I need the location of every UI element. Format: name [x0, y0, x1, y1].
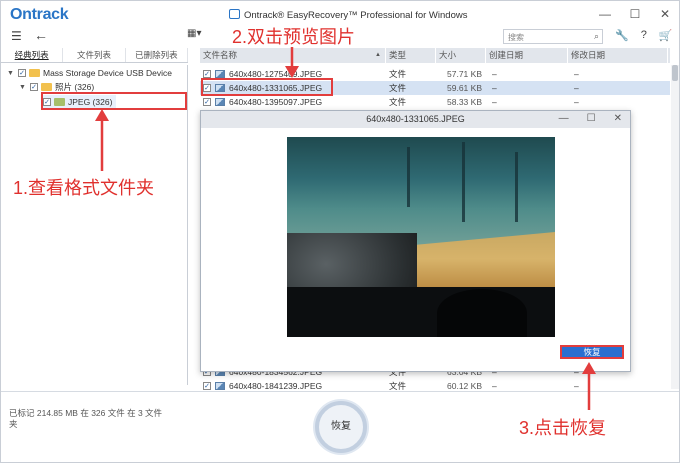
preview-restore-button[interactable]: 恢复: [560, 345, 624, 359]
maximize-button[interactable]: ☐: [629, 7, 641, 21]
left-view-tabs: 经典列表 文件列表 已删除列表: [1, 48, 188, 63]
annotation-box-selected-file: [201, 78, 333, 96]
app-icon: [229, 9, 240, 19]
image-preview-dialog: 640x480-1331065.JPEG — ☐ ✕ 恢复: [200, 110, 631, 372]
checkbox[interactable]: ✓: [203, 382, 211, 390]
file-created: –: [492, 83, 497, 93]
preview-close-button[interactable]: ✕: [614, 113, 622, 124]
annotation-arrow-step1: [95, 109, 109, 171]
file-size: 59.61 KB: [447, 83, 482, 93]
file-created: –: [492, 69, 497, 79]
tree-item-device[interactable]: ▼ ✓ Mass Storage Device USB Device: [7, 67, 172, 79]
window-title: Ontrack® EasyRecovery™ Professional for …: [229, 9, 467, 21]
preview-maximize-button[interactable]: ☐: [587, 113, 596, 124]
annotation-step1: 1.查看格式文件夹: [13, 178, 155, 198]
preview-title-bar: 640x480-1331065.JPEG — ☐ ✕: [201, 111, 630, 128]
file-modified: –: [574, 83, 579, 93]
file-table-header: 文件名称 ▲ 类型 大小 创建日期 修改日期: [200, 48, 670, 63]
window-title-text: Ontrack® EasyRecovery™ Professional for …: [244, 10, 468, 21]
annotation-arrow-step2: [285, 47, 299, 78]
photo-streak: [462, 142, 465, 222]
close-button[interactable]: ✕: [659, 7, 671, 21]
column-header-size[interactable]: 大小: [436, 48, 486, 63]
tab-file-list[interactable]: 文件列表: [63, 48, 126, 62]
file-size: 60.12 KB: [447, 381, 482, 391]
image-file-icon: [215, 382, 225, 390]
restore-button[interactable]: 恢复: [315, 401, 367, 453]
file-name: 640x480-1841239.JPEG: [229, 381, 323, 391]
view-grid-icon[interactable]: ▦▾: [187, 28, 201, 39]
file-type: 文件: [389, 69, 407, 79]
checkbox[interactable]: ✓: [30, 83, 38, 91]
collapse-caret-icon[interactable]: ▼: [19, 84, 27, 91]
sort-arrow-icon: ▲: [375, 52, 381, 58]
window-controls: — ☐ ✕: [599, 7, 671, 21]
tree-item-label: Mass Storage Device USB Device: [43, 68, 172, 78]
image-file-icon: [215, 70, 225, 78]
file-type: 文件: [389, 83, 407, 93]
tab-deleted-list[interactable]: 已删除列表: [126, 48, 188, 62]
annotation-step3: 3.点击恢复: [519, 418, 607, 438]
column-header-type[interactable]: 类型: [386, 48, 436, 63]
annotation-box-jpeg-folder: [41, 92, 187, 110]
toolbar-right-icons: 🔧 ? 🛒: [615, 29, 673, 42]
photo-streak: [515, 152, 518, 222]
folder-icon: [41, 83, 52, 91]
preview-window-controls: — ☐ ✕: [559, 113, 622, 124]
app-window: Ontrack Ontrack® EasyRecovery™ Professio…: [0, 0, 680, 463]
ontrack-logo: Ontrack: [10, 6, 69, 23]
collapse-caret-icon[interactable]: ▼: [7, 70, 15, 77]
column-header-modified[interactable]: 修改日期: [568, 48, 668, 63]
file-type: 文件: [389, 97, 407, 107]
folder-icon: [29, 69, 40, 77]
file-modified: –: [574, 69, 579, 79]
table-row[interactable]: ✓ 640x480-1395097.JPEG 文件 58.33 KB – –: [200, 95, 670, 109]
help-icon[interactable]: ?: [641, 29, 647, 42]
preview-minimize-button[interactable]: —: [559, 113, 569, 124]
file-modified: –: [574, 97, 579, 107]
scrollbar-thumb[interactable]: [672, 65, 678, 81]
file-created: –: [492, 97, 497, 107]
hamburger-menu-icon[interactable]: ☰: [11, 29, 22, 43]
file-name: 640x480-1395097.JPEG: [229, 97, 323, 107]
minimize-button[interactable]: —: [599, 7, 611, 21]
image-file-icon: [215, 98, 225, 106]
status-text: 已标记 214.85 MB 在 326 文件 在 3 文件夹: [9, 408, 163, 429]
back-arrow-icon[interactable]: ←: [34, 27, 48, 43]
file-size: 58.33 KB: [447, 97, 482, 107]
column-header-created[interactable]: 创建日期: [486, 48, 568, 63]
checkbox[interactable]: ✓: [203, 98, 211, 106]
file-size: 57.71 KB: [447, 69, 482, 79]
preview-photo: [287, 137, 555, 337]
photo-shadow: [437, 289, 527, 337]
search-input[interactable]: 搜索 ⌕: [503, 29, 603, 44]
checkbox[interactable]: ✓: [203, 70, 211, 78]
search-placeholder: 搜索: [508, 33, 524, 42]
vertical-scrollbar[interactable]: [671, 65, 679, 389]
cart-icon[interactable]: 🛒: [659, 29, 673, 42]
search-icon[interactable]: ⌕: [594, 31, 599, 42]
wrench-icon[interactable]: 🔧: [615, 29, 629, 42]
file-created: –: [492, 381, 497, 391]
annotation-arrow-step3: [582, 362, 596, 410]
checkbox[interactable]: ✓: [18, 69, 26, 77]
column-label: 文件名称: [203, 50, 238, 60]
photo-streak: [407, 147, 410, 207]
tab-classic-list[interactable]: 经典列表: [1, 48, 64, 62]
